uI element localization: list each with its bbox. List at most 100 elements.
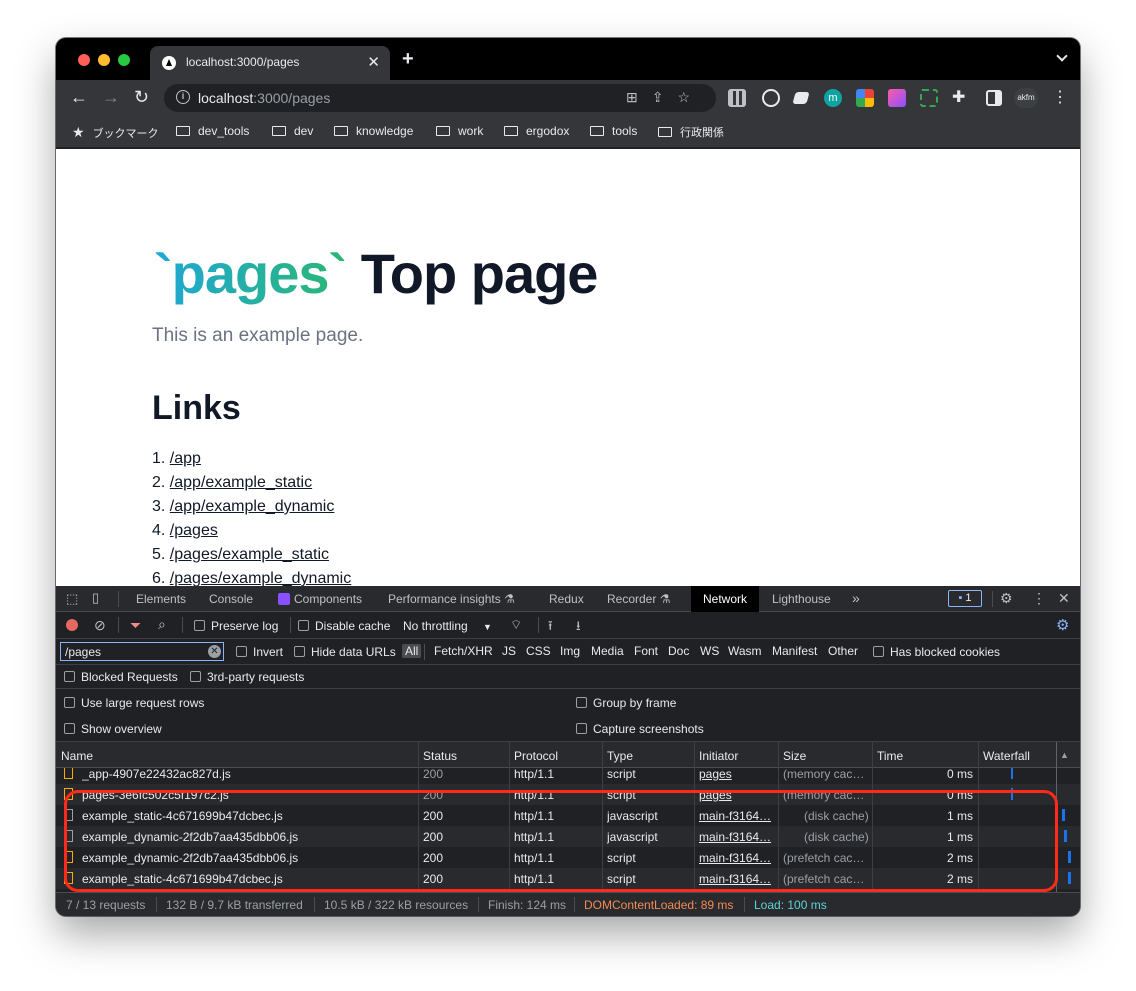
column-divider[interactable] (978, 742, 979, 892)
type-filter-font[interactable]: Font (634, 644, 658, 658)
type-filter-wasm[interactable]: Wasm (728, 644, 762, 658)
bookmark-item-gov[interactable]: 行政関係 (658, 124, 724, 140)
close-tab-icon[interactable]: ✕ (367, 53, 380, 71)
inspect-element-icon[interactable]: ⬚ (66, 591, 78, 607)
tab-performance-insights[interactable]: Performance insights ⚗ (388, 592, 515, 606)
search-icon[interactable]: ⌕ (158, 616, 166, 633)
column-divider[interactable] (872, 742, 873, 892)
maximize-window-button[interactable] (118, 54, 130, 66)
devtools-menu-icon[interactable]: ⋮ (1032, 590, 1046, 607)
column-header-initiator[interactable]: Initiator (699, 749, 738, 763)
tab-recorder[interactable]: Recorder ⚗ (607, 592, 670, 606)
eraser-extension-icon[interactable] (792, 92, 810, 104)
new-tab-icon[interactable]: + (402, 48, 414, 71)
tab-components[interactable]: Components (278, 592, 362, 606)
close-devtools-icon[interactable]: ✕ (1058, 590, 1070, 607)
export-har-icon[interactable]: ⭳ (576, 617, 581, 639)
third-party-checkbox[interactable]: 3rd-party requests (190, 670, 304, 684)
browser-menu-icon[interactable]: ⋮ (1052, 87, 1068, 107)
cell-initiator[interactable]: pages (699, 788, 732, 802)
cell-initiator[interactable]: main-f3164… (699, 851, 771, 865)
type-filter-doc[interactable]: Doc (668, 644, 689, 658)
settings-gear-icon[interactable]: ⚙ (1000, 590, 1013, 607)
bookmark-item-ergodox[interactable]: ergodox (504, 124, 569, 138)
bookmark-item-knowledge[interactable]: knowledge (334, 124, 413, 138)
bookmark-star-icon[interactable]: ☆ (677, 89, 704, 105)
disable-cache-checkbox[interactable]: Disable cache (298, 619, 390, 633)
reload-icon[interactable]: ↻ (134, 87, 149, 108)
throttling-select[interactable]: No throttling ▼ (403, 619, 492, 633)
record-icon[interactable] (66, 619, 78, 631)
site-info-icon[interactable]: i (176, 90, 190, 104)
table-row[interactable]: pages-3e6fc502c5f197c2.js 200 http/1.1 s… (56, 784, 1080, 805)
profile-avatar[interactable]: akfm (1014, 88, 1038, 108)
column-header-protocol[interactable]: Protocol (514, 749, 558, 763)
cell-initiator[interactable]: main-f3164… (699, 872, 771, 886)
filter-input[interactable] (60, 642, 224, 661)
type-filter-js[interactable]: JS (502, 644, 516, 658)
sort-ascending-icon[interactable]: ▲ (1060, 750, 1069, 760)
type-filter-css[interactable]: CSS (526, 644, 551, 658)
type-filter-ws[interactable]: WS (700, 644, 719, 658)
colorful-extension-icon[interactable] (856, 89, 874, 107)
forward-arrow-icon[interactable]: → (102, 87, 120, 108)
close-window-button[interactable] (78, 54, 90, 66)
type-filter-img[interactable]: Img (560, 644, 580, 658)
import-har-icon[interactable]: ⭱ (548, 617, 553, 639)
link-app[interactable]: /app (170, 450, 201, 467)
blocked-requests-checkbox[interactable]: Blocked Requests (64, 670, 178, 684)
browser-tab[interactable]: localhost:3000/pages ✕ (150, 46, 390, 80)
extensions-puzzle-icon[interactable]: ✚ (952, 87, 965, 107)
gradient-extension-icon[interactable] (888, 89, 906, 107)
m-extension-icon[interactable]: m (824, 89, 842, 107)
clear-filter-icon[interactable]: ✕ (208, 645, 221, 658)
cell-initiator[interactable]: main-f3164… (699, 830, 771, 844)
link-app-example-static[interactable]: /app/example_static (170, 474, 312, 491)
bookmark-item-dev[interactable]: dev (272, 124, 313, 138)
network-conditions-icon[interactable]: ⌔ (510, 617, 522, 633)
column-divider[interactable] (602, 742, 603, 892)
cell-initiator[interactable]: pages (699, 768, 732, 781)
network-settings-gear-icon[interactable]: ⚙ (1056, 616, 1069, 634)
cell-initiator[interactable]: main-f3164… (699, 809, 771, 823)
column-divider[interactable] (509, 742, 510, 892)
address-bar[interactable]: i localhost:3000/pages ⊞⇪☆ (164, 84, 716, 112)
bookmark-item-dev-tools[interactable]: dev_tools (176, 124, 249, 138)
link-pages[interactable]: /pages (170, 522, 218, 539)
bookmark-item-work[interactable]: work (436, 124, 483, 138)
clear-icon[interactable]: ⊘ (94, 617, 106, 634)
column-header-time[interactable]: Time (877, 749, 903, 763)
column-header-waterfall[interactable]: Waterfall (983, 749, 1030, 763)
type-filter-manifest[interactable]: Manifest (772, 644, 817, 658)
back-arrow-icon[interactable]: ← (70, 87, 88, 108)
preserve-log-checkbox[interactable]: Preserve log (194, 619, 278, 633)
type-filter-fetch-xhr[interactable]: Fetch/XHR (434, 644, 493, 658)
large-rows-checkbox[interactable]: Use large request rows (64, 696, 204, 710)
filter-funnel-icon[interactable]: ⏷ (130, 617, 141, 634)
has-blocked-cookies-checkbox[interactable]: Has blocked cookies (873, 645, 1000, 659)
table-row[interactable]: example_dynamic-2f2db7aa435dbb06.js 200 … (56, 826, 1080, 847)
tab-network[interactable]: Network (691, 586, 760, 612)
table-row[interactable]: example_dynamic-2f2db7aa435dbb06.js 200 … (56, 847, 1080, 868)
type-filter-other[interactable]: Other (828, 644, 858, 658)
tab-elements[interactable]: Elements (136, 592, 186, 606)
table-row[interactable]: example_static-4c671699b47dcbec.js 200 h… (56, 805, 1080, 826)
link-pages-example-dynamic[interactable]: /pages/example_dynamic (170, 570, 351, 586)
table-row[interactable]: _app-4907e22432ac827d.js 200 http/1.1 sc… (56, 768, 1080, 784)
column-divider[interactable] (694, 742, 695, 892)
screenshot-extension-icon[interactable] (920, 89, 938, 107)
table-row[interactable]: example_static-4c671699b47dcbec.js 200 h… (56, 868, 1080, 889)
target-extension-icon[interactable] (762, 89, 780, 107)
column-header-size[interactable]: Size (783, 749, 806, 763)
show-overview-checkbox[interactable]: Show overview (64, 722, 162, 736)
tab-redux[interactable]: Redux (549, 592, 584, 606)
device-toolbar-icon[interactable]: ▯ (92, 590, 99, 606)
share-icon[interactable]: ⇪ (652, 89, 678, 105)
invert-checkbox[interactable]: Invert (236, 645, 283, 659)
capture-screenshots-checkbox[interactable]: Capture screenshots (576, 722, 704, 736)
hide-data-urls-checkbox[interactable]: Hide data URLs (294, 645, 396, 659)
bookmark-item-tools[interactable]: tools (590, 124, 637, 138)
link-pages-example-static[interactable]: /pages/example_static (170, 546, 329, 563)
group-by-frame-checkbox[interactable]: Group by frame (576, 696, 676, 710)
link-app-example-dynamic[interactable]: /app/example_dynamic (170, 498, 335, 515)
